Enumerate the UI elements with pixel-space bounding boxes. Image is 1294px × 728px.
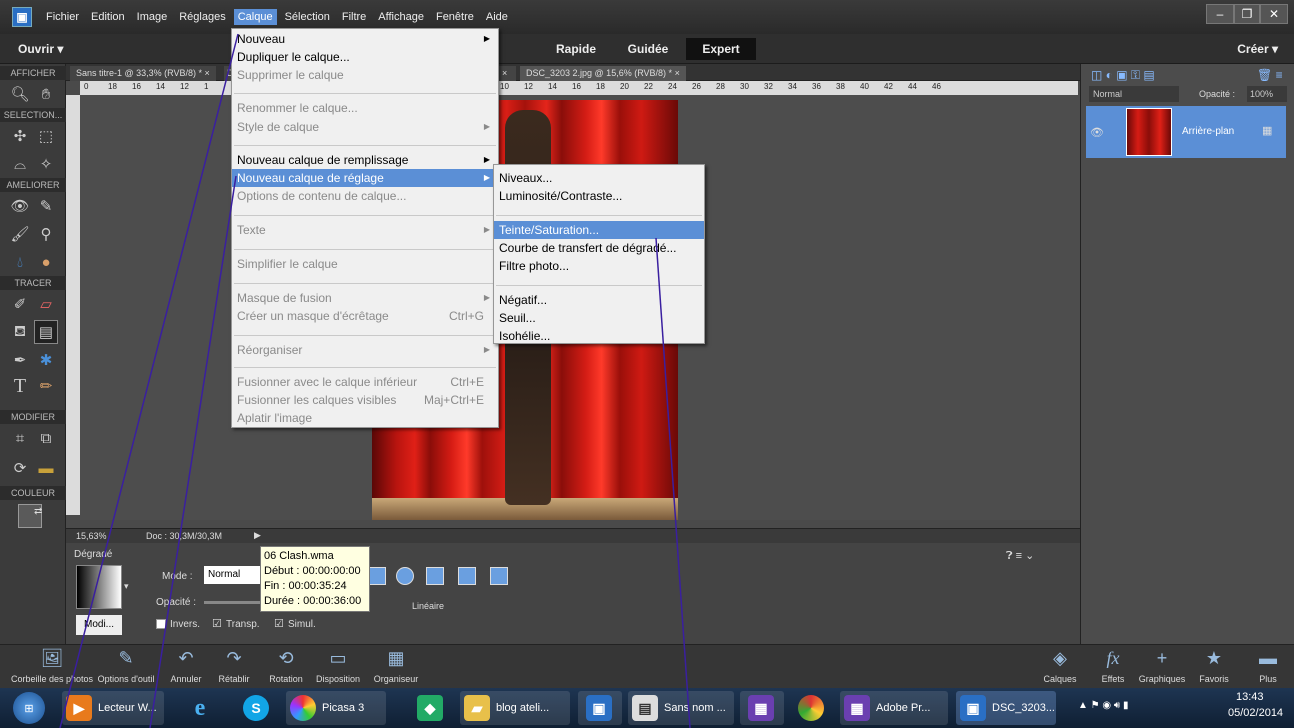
annotation-lines: [59, 33, 691, 728]
